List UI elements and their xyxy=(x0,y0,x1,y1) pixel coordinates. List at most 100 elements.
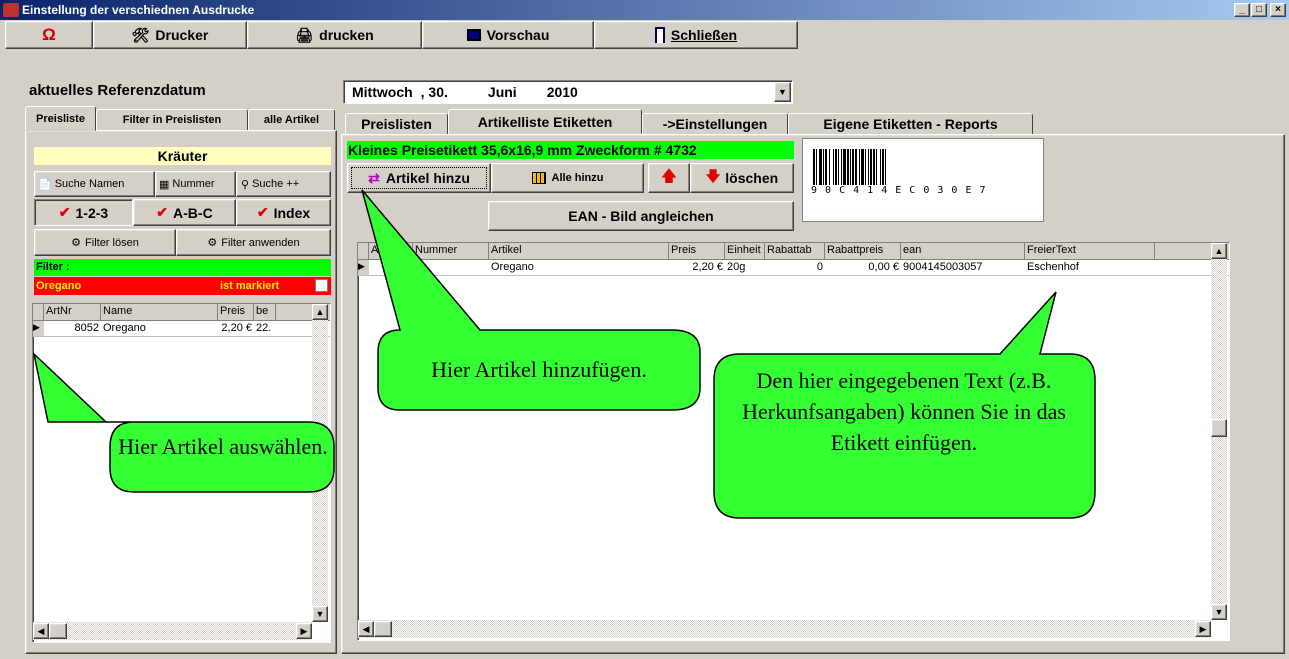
left-vscrollbar[interactable]: ▲ ▼ xyxy=(312,304,328,622)
callout-freetext-text: Den hier eingegebenen Text (z.B. Herkunf… xyxy=(742,368,1066,455)
filter-clear-icon: ⚙ xyxy=(71,237,82,249)
scroll-down-icon[interactable]: ▼ xyxy=(1211,604,1227,620)
tab-einstellungen[interactable]: ->Einstellungen xyxy=(642,113,788,135)
tab-einstellungen-label: ->Einstellungen xyxy=(662,116,768,132)
close-button[interactable]: Schließen xyxy=(594,21,798,49)
col-ean[interactable]: ean xyxy=(901,243,1025,259)
barcode-bar xyxy=(852,149,854,185)
barcode-bar xyxy=(838,149,839,185)
cell-be: 22. xyxy=(256,322,272,334)
barcode-bar xyxy=(816,149,817,185)
printer-label: Drucker xyxy=(155,27,209,43)
title-bar: Einstellung der verschiednen Ausdrucke xyxy=(0,0,1289,20)
scroll-left-icon[interactable]: ◀ xyxy=(33,623,49,639)
search-plus-button[interactable]: ⚲ Suche ++ xyxy=(236,171,331,197)
scroll-up-icon[interactable]: ▲ xyxy=(312,304,328,320)
barcode-preview: 9 0 C 4 1 4 E C 0 3 0 E 7 xyxy=(802,138,1044,222)
barcode-bar xyxy=(882,149,884,185)
scroll-thumb[interactable] xyxy=(49,623,67,639)
refdate-picker[interactable]: Mittwoch , 30. Juni 2010 ▼ xyxy=(343,80,793,104)
tab-preisliste[interactable]: Preisliste xyxy=(25,106,96,131)
cell-rabattpreis: 0,00 € xyxy=(868,261,899,273)
col-preis[interactable]: Preis xyxy=(669,243,725,259)
col-preis[interactable]: Preis xyxy=(218,304,254,320)
filter-apply-label: Filter anwenden xyxy=(221,236,300,249)
col-name[interactable]: Name xyxy=(101,304,218,320)
sort-123-button[interactable]: ✔ 1-2-3 xyxy=(34,199,133,226)
ean-adjust-label: EAN - Bild angleichen xyxy=(568,208,714,224)
printer-button[interactable]: 🛠 Drucker xyxy=(93,21,247,49)
right-vscrollbar[interactable]: ▲ ▼ xyxy=(1211,243,1227,620)
marked-label: ist markiert xyxy=(220,280,280,292)
scroll-thumb[interactable] xyxy=(374,621,392,637)
refdate-year: 2010 xyxy=(546,84,578,100)
add-all-button[interactable]: Alle hinzu xyxy=(491,163,644,193)
col-rabattpreis[interactable]: Rabattpreis xyxy=(825,243,901,259)
barcode-bar xyxy=(868,149,869,185)
search-number-button[interactable]: ▦ Nummer xyxy=(155,171,236,197)
col-nummer[interactable]: Nummer xyxy=(413,243,489,259)
dropdown-arrow-icon[interactable]: ▼ xyxy=(774,82,791,102)
tab-artikelliste-etiketten[interactable]: Artikelliste Etiketten xyxy=(448,109,642,134)
sort-index-button[interactable]: ✔ Index xyxy=(236,199,331,226)
tab-filter-in-preislisten[interactable]: Filter in Preislisten xyxy=(96,109,248,131)
barcode-bar xyxy=(873,149,875,185)
scroll-right-icon[interactable]: ▶ xyxy=(296,623,312,639)
col-freiertext[interactable]: FreierText xyxy=(1025,243,1155,259)
scroll-left-icon[interactable]: ◀ xyxy=(358,621,374,637)
col-artnr[interactable]: ArtNr xyxy=(369,243,413,259)
barcode-bar xyxy=(880,149,881,185)
sort-abc-button[interactable]: ✔ A-B-C xyxy=(133,199,236,226)
col-rabattab[interactable]: Rabattab xyxy=(765,243,825,259)
barcode-bar xyxy=(870,149,872,185)
barcode-bar xyxy=(859,149,860,185)
cell-artikel: Oregano xyxy=(491,261,534,273)
refresh-button[interactable]: Ω xyxy=(5,21,93,49)
maximize-button[interactable]: □ xyxy=(1251,3,1267,17)
magnifier-icon: ⚲ xyxy=(241,178,250,191)
barcode-bar xyxy=(855,149,857,185)
filter-label: Filter : xyxy=(36,261,70,273)
right-hscrollbar[interactable]: ◀ ▶ xyxy=(358,620,1211,638)
scroll-right-icon[interactable]: ▶ xyxy=(1195,621,1211,637)
table-row[interactable]: ▶ Oregano 2,20 € 20g 0 0,00 € 9004145003… xyxy=(358,260,1229,276)
tab-alle-artikel[interactable]: alle Artikel xyxy=(248,109,335,131)
barcode-bar xyxy=(829,149,830,185)
scroll-down-icon[interactable]: ▼ xyxy=(312,606,328,622)
filter-bar: Filter : xyxy=(34,259,331,276)
sort-index-label: Index xyxy=(273,204,311,221)
tab-alle-artikel-label: alle Artikel xyxy=(263,114,320,126)
add-article-button[interactable]: ⇄ Artikel hinzu xyxy=(347,163,491,193)
move-up-button[interactable]: 🡅 xyxy=(648,163,690,193)
col-be[interactable]: be xyxy=(254,304,276,320)
scroll-thumb[interactable] xyxy=(1211,419,1227,437)
filter-apply-button[interactable]: ⚙ Filter anwenden xyxy=(176,229,331,256)
tab-artikelliste-label: Artikelliste Etiketten xyxy=(477,113,613,130)
close-window-button[interactable]: × xyxy=(1270,3,1286,17)
ean-adjust-button[interactable]: EAN - Bild angleichen xyxy=(488,201,794,231)
print-button[interactable]: 🖨 drucken xyxy=(247,21,422,49)
print-label: drucken xyxy=(319,27,374,43)
barcode-bar xyxy=(825,149,827,185)
refdate-day: , 30. xyxy=(420,84,448,100)
table-row[interactable]: ▶ 8052 Oregano 2,20 € 22. xyxy=(33,321,330,337)
col-artikel[interactable]: Artikel xyxy=(489,243,669,259)
marked-checkbox[interactable] xyxy=(315,279,328,292)
filter-clear-button[interactable]: ⚙ Filter lösen xyxy=(34,229,176,256)
preview-button[interactable]: Vorschau xyxy=(422,21,594,49)
search-plus-label: Suche ++ xyxy=(252,178,300,190)
col-artnr[interactable]: ArtNr xyxy=(44,304,101,320)
minimize-button[interactable]: _ xyxy=(1234,3,1250,17)
tab-preislisten[interactable]: Preislisten xyxy=(345,113,448,135)
left-article-grid[interactable]: ArtNr Name Preis be ▶ 8052 Oregano 2,20 … xyxy=(32,303,331,643)
delete-button[interactable]: 🡇 löschen xyxy=(690,163,794,193)
col-einheit[interactable]: Einheit xyxy=(725,243,765,259)
checkmark-icon: ✔ xyxy=(156,204,169,220)
tab-eigene-etiketten[interactable]: Eigene Etiketten - Reports xyxy=(788,113,1033,135)
left-hscrollbar[interactable]: ◀ ▶ xyxy=(33,622,312,640)
search-name-button[interactable]: 📄 Suche Namen xyxy=(34,171,155,197)
print-icon: 🖨 xyxy=(295,26,314,43)
scroll-up-icon[interactable]: ▲ xyxy=(1211,243,1227,259)
table-search-icon: ▦ xyxy=(159,178,170,191)
cell-rabattab: 0 xyxy=(816,261,823,273)
